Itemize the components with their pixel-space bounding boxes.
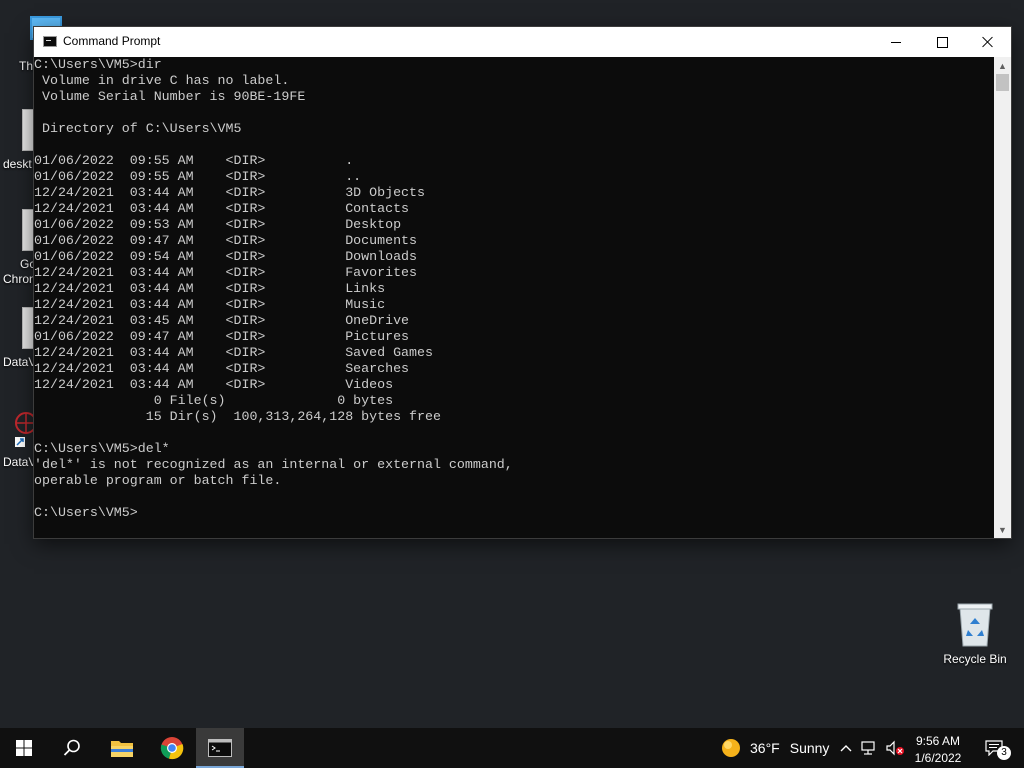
scrollbar-thumb[interactable] xyxy=(996,74,1009,91)
cmd-app-icon xyxy=(43,36,57,47)
console-line: 12/24/2021 03:44 AM <DIR> Videos xyxy=(34,377,394,392)
weather-widget[interactable]: 36°F Sunny xyxy=(716,728,832,768)
notification-count-badge: 3 xyxy=(997,746,1011,760)
windows-logo-icon xyxy=(16,740,32,756)
maximize-button[interactable] xyxy=(919,27,965,57)
title-bar[interactable]: Command Prompt xyxy=(34,27,1011,57)
desktop-icon-recycle-bin[interactable]: Recycle Bin xyxy=(940,600,1010,666)
desktop-icon-label: DataV xyxy=(3,455,37,469)
console-line: 01/06/2022 09:47 AM <DIR> Documents xyxy=(34,233,418,248)
console-line: 01/06/2022 09:53 AM <DIR> Desktop xyxy=(34,217,402,232)
console-line: 'del*' is not recognized as an internal … xyxy=(34,457,513,472)
console-line: 12/24/2021 03:44 AM <DIR> Searches xyxy=(34,361,410,376)
console-line: 01/06/2022 09:47 AM <DIR> Pictures xyxy=(34,329,410,344)
console-line: Volume Serial Number is 90BE-19FE xyxy=(34,89,306,104)
console-line: 12/24/2021 03:44 AM <DIR> Links xyxy=(34,281,386,296)
volume-muted-icon xyxy=(886,740,904,756)
console-line: operable program or batch file. xyxy=(34,473,282,488)
taskbar-chrome[interactable] xyxy=(148,728,196,768)
command-prompt-window[interactable]: Command Prompt C:\Users\VM5>dir Volume i… xyxy=(34,27,1011,538)
maximize-icon xyxy=(936,36,948,48)
console-line: 12/24/2021 03:44 AM <DIR> Contacts xyxy=(34,201,410,216)
chrome-icon xyxy=(160,737,184,760)
taskbar-command-prompt[interactable] xyxy=(196,728,244,768)
clock[interactable]: 9:56 AM 1/6/2022 xyxy=(906,731,970,766)
datav-app-icon xyxy=(15,412,34,447)
console-line: Volume in drive C has no label. xyxy=(34,73,290,88)
notification-center-button[interactable]: 3 xyxy=(976,728,1012,768)
console-line: 12/24/2021 03:44 AM <DIR> 3D Objects xyxy=(34,185,425,200)
close-button[interactable] xyxy=(965,27,1011,57)
vertical-scrollbar[interactable]: ▲ ▼ xyxy=(994,57,1011,538)
console-line: 12/24/2021 03:44 AM <DIR> Saved Games xyxy=(34,345,433,360)
console-line: 01/06/2022 09:55 AM <DIR> .. xyxy=(34,169,362,184)
desktop-icon-google-chrome[interactable]: Gc Chron xyxy=(0,205,36,287)
console-line: C:\Users\VM5>del* xyxy=(34,441,170,456)
weather-condition: Sunny xyxy=(789,740,830,756)
console-line: 12/24/2021 03:45 AM <DIR> OneDrive xyxy=(34,313,410,328)
search-icon xyxy=(63,739,80,756)
desktop-icon-this-pc[interactable]: Thi xyxy=(14,8,62,78)
console-line: 15 Dir(s) 100,313,264,128 bytes free xyxy=(34,409,441,424)
taskbar: 36°F Sunny 9:56 AM 1/6/2022 3 xyxy=(0,728,1024,768)
console-line: C:\Users\VM5> xyxy=(34,505,138,520)
start-button[interactable] xyxy=(0,728,48,768)
console-line: 12/24/2021 03:44 AM <DIR> Music xyxy=(34,297,386,312)
desktop-icon-datav-1[interactable]: DataV xyxy=(0,305,37,375)
console-line: C:\Users\VM5>dir xyxy=(34,57,162,72)
console-line: 0 File(s) 0 bytes xyxy=(34,393,394,408)
folder-icon xyxy=(111,741,133,757)
recycle-bin-label: Recycle Bin xyxy=(943,652,1007,666)
network-icon xyxy=(861,741,875,755)
cmd-icon xyxy=(208,739,232,757)
desktop-icon-label: deskt xyxy=(3,157,32,171)
desktop-icon-datav-2[interactable]: DataV xyxy=(0,405,37,475)
desktop-icon-label: Chron xyxy=(3,272,36,286)
console-line: 12/24/2021 03:44 AM <DIR> Favorites xyxy=(34,265,418,280)
window-title: Command Prompt xyxy=(63,34,161,48)
console-line: Directory of C:\Users\VM5 xyxy=(34,121,242,136)
minimize-button[interactable] xyxy=(873,27,919,57)
clock-date: 1/6/2022 xyxy=(914,751,962,765)
clock-time: 9:56 AM xyxy=(915,734,961,748)
console-line: 01/06/2022 09:54 AM <DIR> Downloads xyxy=(34,249,418,264)
recycle-bin-icon xyxy=(957,603,993,647)
minimize-icon xyxy=(891,41,901,43)
console-output[interactable]: C:\Users\VM5>dir Volume in drive C has n… xyxy=(34,57,994,538)
sun-icon xyxy=(722,739,740,757)
console-line: 01/06/2022 09:55 AM <DIR> . xyxy=(34,153,354,168)
taskbar-file-explorer[interactable] xyxy=(98,728,146,768)
search-button[interactable] xyxy=(48,728,96,768)
weather-temperature: 36°F xyxy=(750,740,780,756)
desktop-icon-label: DataV xyxy=(3,355,37,369)
network-status[interactable] xyxy=(858,728,882,768)
volume-status[interactable] xyxy=(884,728,906,768)
scroll-down-arrow-icon[interactable]: ▼ xyxy=(994,521,1011,538)
chevron-up-icon xyxy=(840,745,852,752)
close-icon xyxy=(982,36,994,48)
show-hidden-icons-button[interactable] xyxy=(836,728,856,768)
scroll-up-arrow-icon[interactable]: ▲ xyxy=(994,57,1011,74)
desktop-icon-desktop[interactable]: deskt xyxy=(0,105,36,175)
